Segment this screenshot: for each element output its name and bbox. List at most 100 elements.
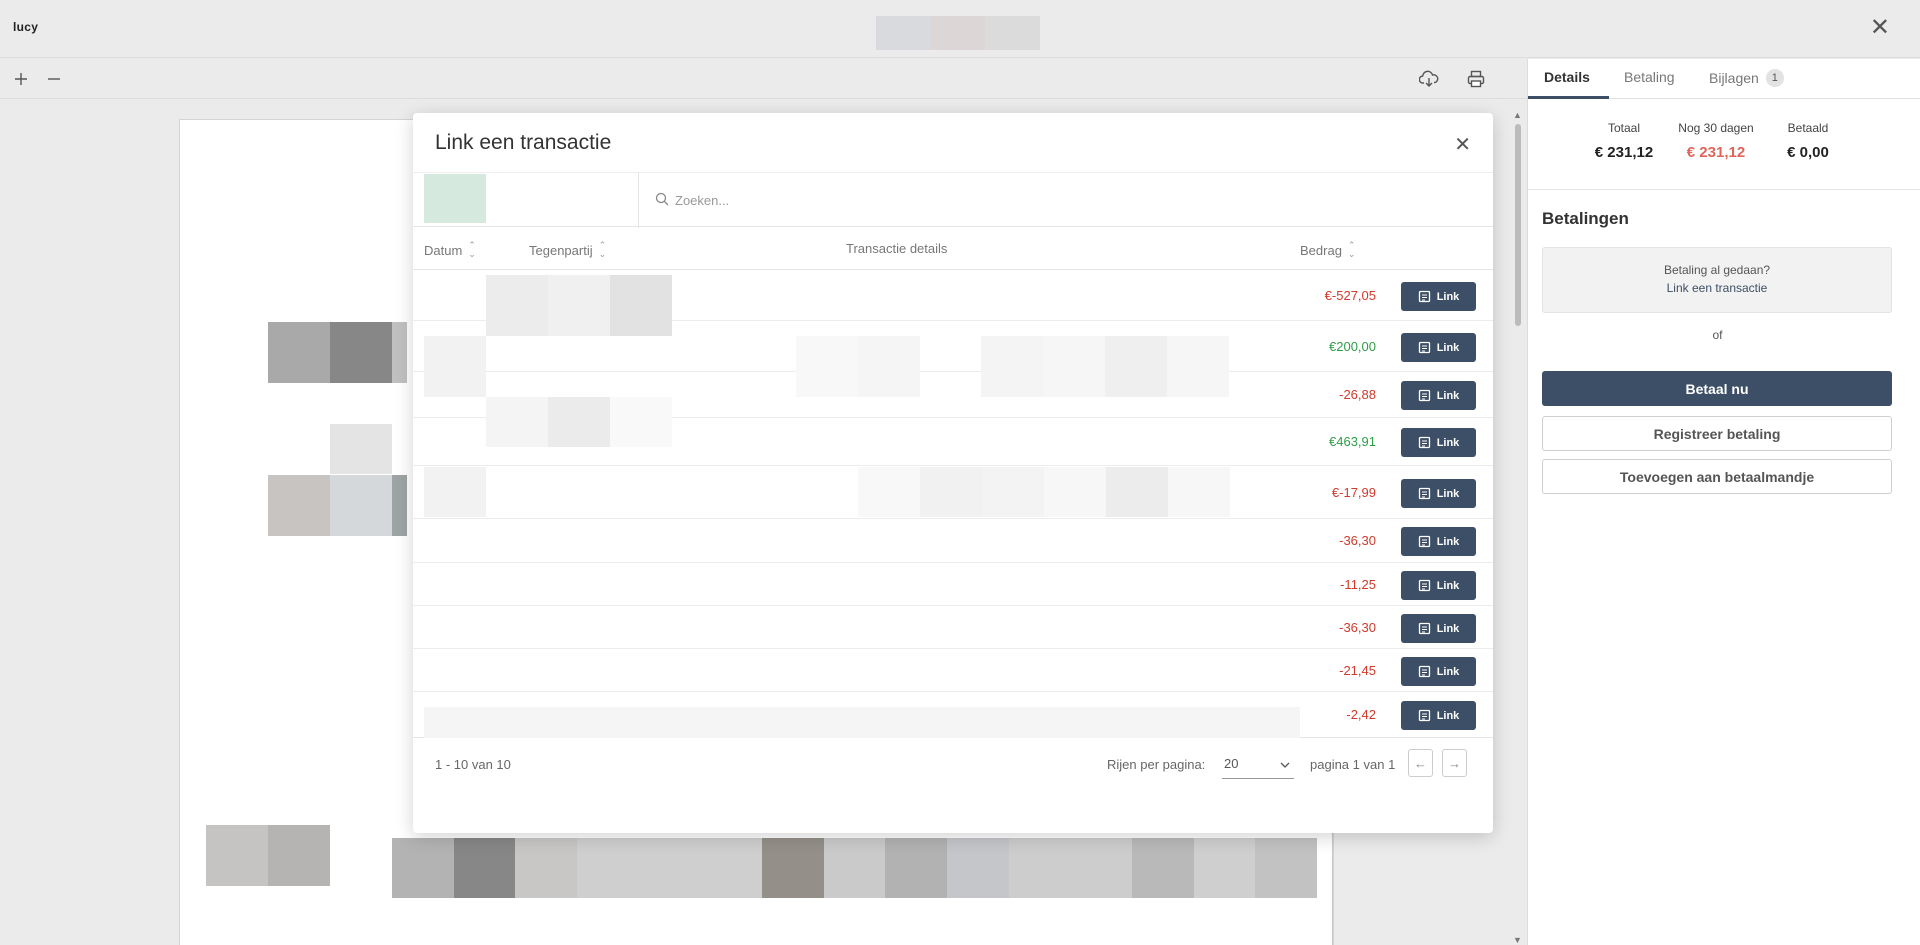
payments-heading: Betalingen xyxy=(1542,209,1629,228)
column-header-details: Transactie details xyxy=(846,241,947,256)
transaction-amount: -2,42 xyxy=(1346,707,1376,722)
link-button-label: Link xyxy=(1436,436,1460,449)
link-button[interactable]: Link xyxy=(1401,614,1476,643)
link-button-label: Link xyxy=(1436,709,1460,722)
document-icon xyxy=(1418,665,1430,678)
redacted-block xyxy=(268,825,330,886)
link-button-label: Link xyxy=(1436,622,1460,635)
modal-title: Link een transactie xyxy=(435,131,612,154)
close-icon[interactable]: ✕ xyxy=(1454,132,1471,157)
previous-page-arrow-icon[interactable]: ← xyxy=(1408,749,1433,777)
scroll-up-arrow-icon[interactable]: ▲ xyxy=(1513,110,1522,120)
link-button[interactable]: Link xyxy=(1401,571,1476,600)
next-page-arrow-icon[interactable]: → xyxy=(1442,749,1467,777)
link-button[interactable]: Link xyxy=(1401,701,1476,730)
link-button-label: Link xyxy=(1436,487,1460,500)
table-header: Datum ⌃ ⌄ Tegenpartij ⌃ ⌄ Transactie detai… xyxy=(413,228,1493,270)
transaction-amount: €463,91 xyxy=(1329,434,1376,449)
tab-bijlagen[interactable]: Bijlagen 1 xyxy=(1709,69,1784,87)
tab-betaling[interactable]: Betaling xyxy=(1624,69,1675,85)
or-separator: of xyxy=(1712,328,1723,342)
printer-icon[interactable] xyxy=(1464,67,1488,91)
link-button-label: Link xyxy=(1436,389,1460,402)
redacted-block xyxy=(392,475,407,536)
summary-value: € 0,00 xyxy=(1787,144,1829,161)
column-label: Transactie details xyxy=(846,241,948,256)
summary-label: Totaal xyxy=(1607,121,1641,135)
pagination-range: 1 - 10 van 10 xyxy=(435,757,511,772)
cloud-download-icon[interactable] xyxy=(1417,67,1441,91)
document-icon xyxy=(1418,622,1430,635)
sort-icon[interactable]: ⌃ ⌄ xyxy=(599,241,607,259)
page-info: pagina 1 van 1 xyxy=(1310,757,1396,772)
redacted-block xyxy=(330,475,392,536)
redacted-block xyxy=(330,424,392,474)
table-row[interactable]: €-527,05 Link xyxy=(413,271,1493,336)
link-button-label: Link xyxy=(1436,341,1460,354)
sort-icon[interactable]: ⌃ ⌄ xyxy=(1348,241,1356,259)
filter-bar xyxy=(413,172,1493,228)
link-button[interactable]: Link xyxy=(1401,479,1476,508)
document-icon xyxy=(1418,341,1430,354)
search-input[interactable] xyxy=(675,187,1455,213)
tab-details[interactable]: Details xyxy=(1544,69,1590,85)
column-header-date[interactable]: Datum ⌃ ⌄ xyxy=(424,241,476,259)
account-selector[interactable] xyxy=(424,174,486,223)
close-icon[interactable]: ✕ xyxy=(1870,16,1890,40)
summary-paid: Betaald € 0,00 xyxy=(1763,121,1853,161)
already-paid-question: Betaling al gedaan? xyxy=(1663,263,1771,277)
scroll-down-arrow-icon[interactable]: ▼ xyxy=(1513,935,1522,945)
tab-label: Bijlagen xyxy=(1709,70,1759,86)
rows-per-page-value: 20 xyxy=(1224,756,1239,771)
title-redacted-image xyxy=(876,16,1041,50)
table-row[interactable]: -11,25 Link xyxy=(413,564,1493,606)
column-header-amount[interactable]: Bedrag ⌃ ⌄ xyxy=(1300,241,1355,259)
register-payment-button[interactable]: Registreer betaling xyxy=(1542,416,1892,451)
active-tab-indicator xyxy=(1528,96,1609,99)
summary-label: Nog 30 dagen xyxy=(1678,121,1754,135)
table-row[interactable]: -21,45 Link xyxy=(413,650,1493,692)
link-button[interactable]: Link xyxy=(1401,282,1476,311)
table-row[interactable]: -36,30 Link xyxy=(413,520,1493,563)
column-label: Datum xyxy=(424,242,463,258)
link-button[interactable]: Link xyxy=(1401,428,1476,457)
scroll-thumb[interactable] xyxy=(1515,124,1521,326)
link-button[interactable]: Link xyxy=(1401,657,1476,686)
sort-icon[interactable]: ⌃ ⌄ xyxy=(468,241,476,259)
panel-tabs: Details Betaling Bijlagen 1 xyxy=(1528,59,1920,99)
document-icon xyxy=(1418,579,1430,592)
rows-per-page-select[interactable]: 20 xyxy=(1222,749,1294,779)
link-button-label: Link xyxy=(1436,579,1460,592)
add-to-basket-button[interactable]: Toevoegen aan betaalmandje xyxy=(1542,459,1892,494)
document-icon xyxy=(1418,389,1430,402)
link-button[interactable]: Link xyxy=(1401,527,1476,556)
summary-label: Betaald xyxy=(1787,121,1829,135)
minus-icon[interactable] xyxy=(42,67,66,91)
pay-now-button[interactable]: Betaal nu xyxy=(1542,371,1892,406)
viewer-toolbar xyxy=(0,59,1527,99)
document-icon xyxy=(1418,709,1430,722)
attachment-count-badge: 1 xyxy=(1765,69,1784,87)
column-label: Tegenpartij xyxy=(529,242,593,258)
plus-icon[interactable] xyxy=(9,67,33,91)
table-row[interactable]: €-17,99 Link xyxy=(413,467,1493,519)
document-scrollbar[interactable]: ▲ ▼ xyxy=(1512,110,1524,945)
table-row[interactable]: -26,88 Link xyxy=(413,373,1493,447)
table-row[interactable]: €463,91 Link xyxy=(413,419,1493,466)
summary-value: € 231,12 xyxy=(1686,144,1746,161)
summary-total: Totaal € 231,12 xyxy=(1579,121,1669,161)
table-row[interactable]: -36,30 Link xyxy=(413,607,1493,649)
redacted-block xyxy=(330,322,392,383)
table-row[interactable]: €200,00 Link xyxy=(413,322,1493,397)
link-button[interactable]: Link xyxy=(1401,333,1476,362)
tab-label: Details xyxy=(1544,69,1590,85)
link-transaction-link[interactable]: Link een transactie xyxy=(1543,279,1891,297)
link-transaction-modal: Link een transactie ✕ Datum ⌃⌄ Tegenpart… xyxy=(413,113,1493,833)
tab-label: Betaling xyxy=(1624,69,1675,85)
link-button[interactable]: Link xyxy=(1401,381,1476,410)
column-header-counterparty[interactable]: Tegenpartij ⌃ ⌄ xyxy=(529,241,606,259)
table-row[interactable]: -2,42 Link xyxy=(413,693,1493,738)
document-icon xyxy=(1418,436,1430,449)
transaction-amount: -36,30 xyxy=(1339,620,1376,635)
rows-per-page-label: Rijen per pagina: xyxy=(1107,757,1206,772)
